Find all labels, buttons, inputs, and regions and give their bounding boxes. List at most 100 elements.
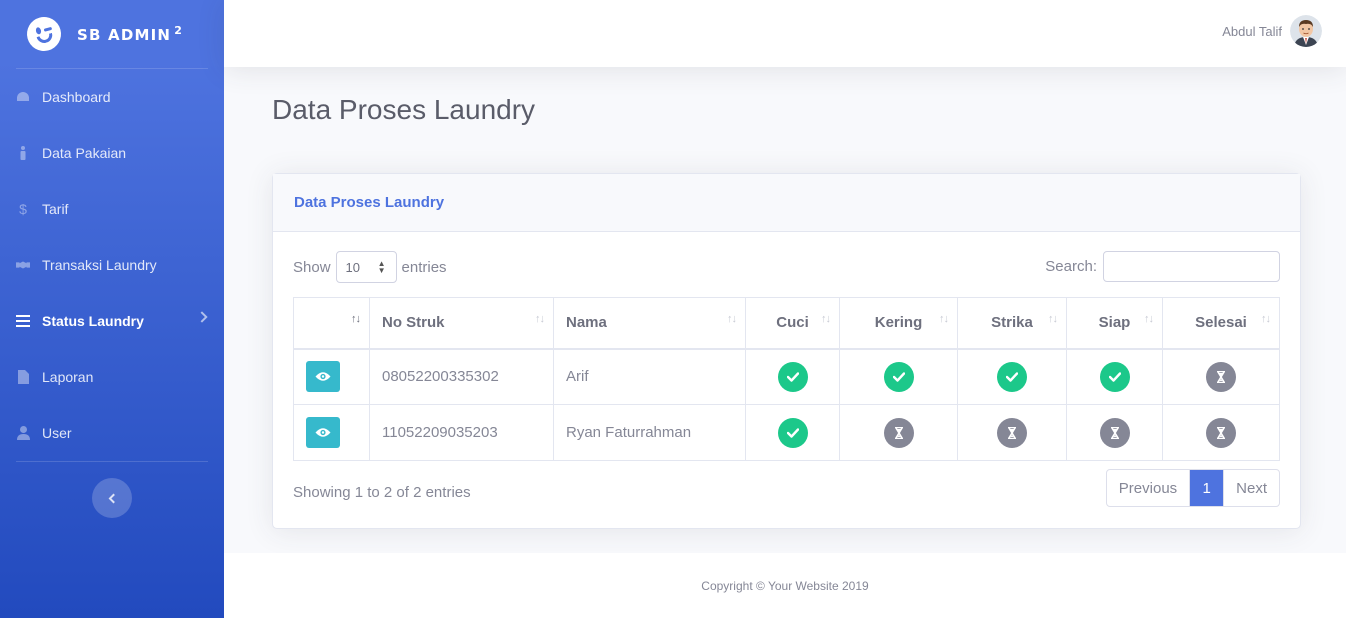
action-cell <box>293 404 370 461</box>
sidebar-item-label: User <box>42 425 72 441</box>
hourglass-icon <box>883 417 914 448</box>
card-title: Data Proses Laundry <box>294 194 445 211</box>
sidebar-toggle-button[interactable] <box>92 478 132 518</box>
check-circle-icon <box>997 361 1027 392</box>
show-label: Show <box>293 258 331 276</box>
topbar: Abdul Talif <box>224 0 1346 67</box>
table-row: 08052200335302 Arif <box>293 348 1280 405</box>
column-header-cuci[interactable]: Cuci ↑↓ <box>745 297 840 350</box>
hourglass-icon <box>1099 417 1130 448</box>
sidebar-item-label: Data Pakaian <box>42 145 127 161</box>
file-icon <box>16 370 30 384</box>
check-circle-icon <box>1099 361 1130 392</box>
column-header-action[interactable]: ↑↓ <box>293 297 370 350</box>
hourglass-icon <box>1206 417 1236 448</box>
handshake-icon <box>16 258 30 272</box>
sidebar-item-label: Dashboard <box>42 89 111 105</box>
sidebar: SB ADMIN 2 Dashboard Data Pakaian $ Tarif… <box>0 0 224 618</box>
next-button[interactable]: Next <box>1224 470 1279 506</box>
sidebar-item-label: Status Laundry <box>42 313 144 329</box>
chevron-left-icon <box>108 493 119 503</box>
sort-icon: ↑↓ <box>939 313 949 325</box>
check-circle-icon <box>777 361 808 392</box>
card-header: Data Proses Laundry <box>273 174 1300 232</box>
cell-cuci <box>745 404 840 461</box>
cell-siap <box>1066 348 1163 405</box>
sort-icon: ↑↓ <box>1048 313 1058 325</box>
select-arrows-icon: ▲ ▼ <box>377 259 386 275</box>
sidebar-item-tarif[interactable]: $ Tarif <box>0 181 224 237</box>
person-icon <box>16 146 30 160</box>
check-circle-icon <box>883 361 914 392</box>
avatar <box>1290 15 1322 47</box>
sort-asc-icon: ↑↓ <box>351 313 361 325</box>
user-icon <box>16 426 30 440</box>
table-info: Showing 1 to 2 of 2 entries <box>293 484 471 501</box>
tachometer-icon <box>16 90 30 104</box>
table-row: 11052209035203 Ryan Faturrahman <box>293 404 1280 461</box>
sidebar-toggle-wrap <box>0 462 224 518</box>
length-control: Show 10 ▲ ▼ entries <box>293 251 447 283</box>
sidebar-item-label: Tarif <box>42 201 69 217</box>
entries-label: entries <box>401 258 447 276</box>
sidebar-item-data-pakaian[interactable]: Data Pakaian <box>0 125 224 181</box>
column-header-siap[interactable]: Siap ↑↓ <box>1066 297 1163 350</box>
cell-nama: Arif <box>553 348 746 405</box>
column-header-nama[interactable]: Nama ↑↓ <box>553 297 746 350</box>
cell-selesai <box>1162 404 1280 461</box>
sidebar-item-user[interactable]: User <box>0 405 224 461</box>
check-circle-icon <box>777 417 808 448</box>
sort-icon: ↑↓ <box>1144 313 1154 325</box>
sidebar-item-status-laundry[interactable]: Status Laundry <box>0 293 224 349</box>
column-header-kering[interactable]: Kering ↑↓ <box>839 297 958 350</box>
sidebar-item-laporan[interactable]: Laporan <box>0 349 224 405</box>
sidebar-item-label: Transaksi Laundry <box>42 257 157 273</box>
brand-link[interactable]: SB ADMIN 2 <box>0 0 224 68</box>
copyright-text: Copyright © Your Website 2019 <box>701 578 869 593</box>
sidebar-item-dashboard[interactable]: Dashboard <box>0 69 224 125</box>
view-detail-button[interactable] <box>306 417 340 448</box>
sort-icon: ↑↓ <box>821 313 831 325</box>
status-table: ↑↓ No Struk ↑↓ Nama ↑↓ Cuci ↑↓ Kering ↑↓ Str… <box>293 297 1280 461</box>
cell-cuci <box>745 348 840 405</box>
footer: Copyright © Your Website 2019 <box>224 553 1346 618</box>
cell-strika <box>957 404 1067 461</box>
sort-icon: ↑↓ <box>1261 313 1271 325</box>
column-header-no-struk[interactable]: No Struk ↑↓ <box>369 297 554 350</box>
sidebar-item-label: Laporan <box>42 369 94 385</box>
user-name: Abdul Talif <box>1222 23 1282 39</box>
entries-select[interactable]: 10 ▲ ▼ <box>335 251 397 283</box>
search-input[interactable] <box>1103 251 1280 282</box>
previous-button[interactable]: Previous <box>1107 470 1191 506</box>
cell-no-struk: 08052200335302 <box>369 348 554 405</box>
laugh-wink-icon <box>23 13 65 55</box>
user-dropdown[interactable]: Abdul Talif <box>1222 15 1322 47</box>
pagination: Previous 1 Next <box>1105 469 1280 507</box>
eye-icon <box>315 371 331 382</box>
sort-icon: ↑↓ <box>727 313 737 325</box>
search-label: Search: <box>1045 258 1097 275</box>
cell-kering <box>839 404 958 461</box>
hourglass-icon <box>997 417 1027 448</box>
action-cell <box>293 348 370 405</box>
page-1-button[interactable]: 1 <box>1190 470 1225 506</box>
sidebar-item-transaksi-laundry[interactable]: Transaksi Laundry <box>0 237 224 293</box>
brand-name: SB ADMIN 2 <box>77 24 184 44</box>
sort-icon: ↑↓ <box>535 313 545 325</box>
cell-selesai <box>1162 348 1280 405</box>
column-header-selesai[interactable]: Selesai ↑↓ <box>1162 297 1280 350</box>
column-header-strika[interactable]: Strika ↑↓ <box>957 297 1067 350</box>
view-detail-button[interactable] <box>306 361 340 393</box>
page-title: Data Proses Laundry <box>272 94 536 125</box>
chevron-right-icon <box>196 311 208 323</box>
cell-strika <box>957 348 1067 405</box>
search-control: Search: <box>1045 251 1280 282</box>
cell-no-struk: 11052209035203 <box>369 404 554 461</box>
cell-kering <box>839 348 958 405</box>
dollar-icon: $ <box>19 201 27 217</box>
eye-icon <box>315 427 331 438</box>
hourglass-icon <box>1206 361 1236 392</box>
table-header-row: ↑↓ No Struk ↑↓ Nama ↑↓ Cuci ↑↓ Kering ↑↓ Str… <box>293 297 1280 350</box>
cell-nama: Ryan Faturrahman <box>553 404 746 461</box>
list-icon <box>16 314 30 328</box>
